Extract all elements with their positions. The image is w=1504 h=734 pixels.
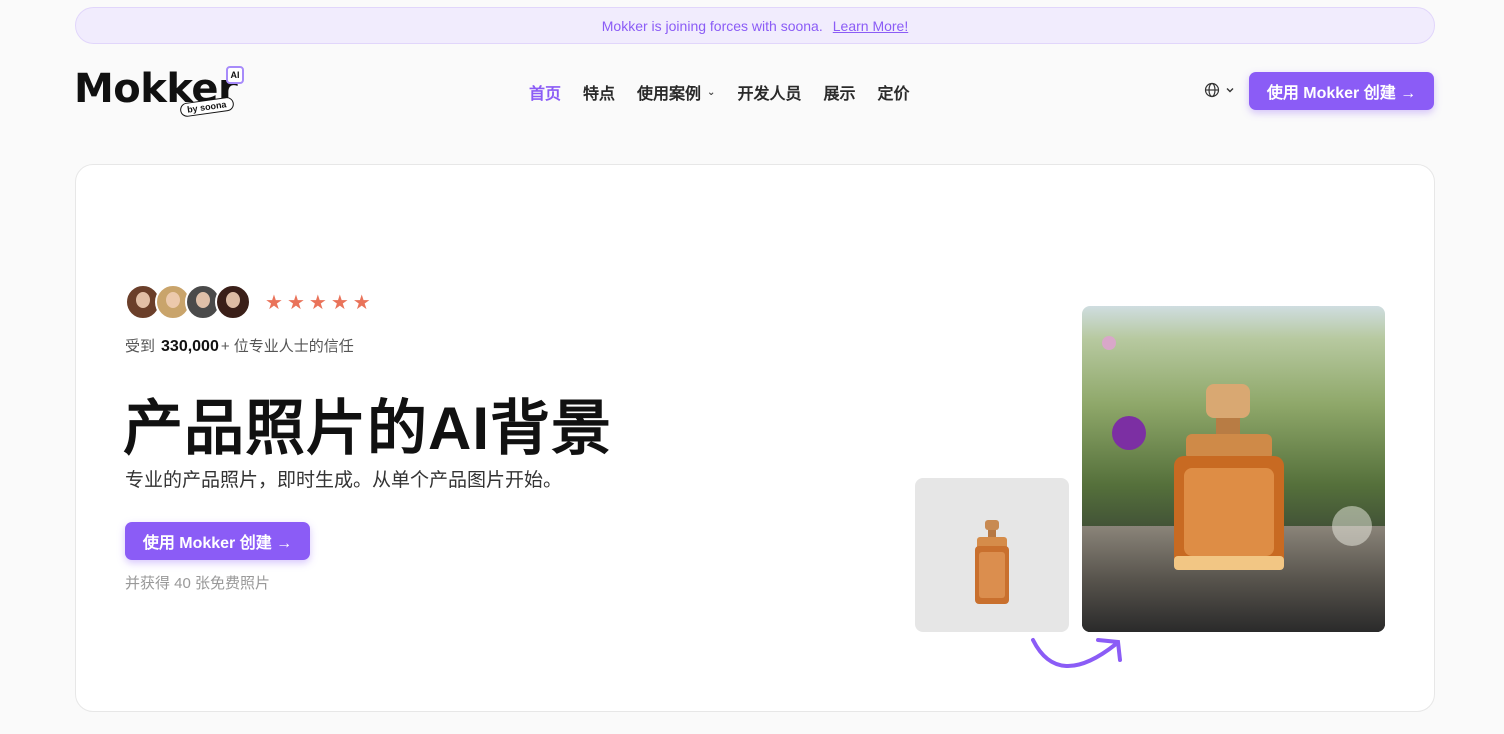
product-after-image	[1082, 306, 1385, 632]
star-icon: ★	[308, 292, 327, 314]
free-photos-note: 并获得 40 张免费照片	[125, 575, 271, 592]
nav-label: 展示	[823, 86, 856, 103]
logo-ai-badge: AI	[226, 66, 244, 84]
nav-label: 特点	[583, 86, 616, 103]
create-with-mokker-button[interactable]: 使用 Mokker 创建 →	[1249, 72, 1434, 110]
trust-suffix: 位专业人士的信任	[229, 338, 354, 355]
chevron-down-icon	[1226, 88, 1234, 93]
trust-line: 受到 330,000 + 位专业人士的信任	[125, 335, 354, 356]
trust-prefix: 受到	[125, 338, 156, 355]
nav-label: 开发人员	[737, 86, 802, 103]
perfume-bottle-icon	[975, 520, 1009, 604]
rating-stars: ★ ★ ★ ★ ★	[265, 290, 371, 315]
star-icon: ★	[352, 292, 371, 314]
perfume-bottle-icon	[1174, 384, 1284, 570]
nav-item-features[interactable]: 特点	[583, 80, 615, 104]
hero-subtitle: 专业的产品照片，即时生成。从单个产品图片开始。	[125, 470, 563, 491]
announcement-banner: Mokker is joining forces with soona. Lea…	[75, 7, 1435, 44]
language-selector[interactable]	[1204, 82, 1235, 98]
star-icon: ★	[330, 292, 349, 314]
hero-create-button[interactable]: 使用 Mokker 创建 →	[125, 522, 310, 560]
banner-text: Mokker is joining forces with soona.	[601, 17, 823, 34]
main-nav: 首页 特点 使用案例 ⌄ 开发人员 展示 定价	[529, 80, 931, 104]
nav-item-developers[interactable]: 开发人员	[737, 80, 801, 104]
star-icon: ★	[265, 292, 283, 314]
nav-item-pricing[interactable]: 定价	[877, 80, 909, 104]
nav-label: 使用案例	[637, 86, 702, 103]
hero-title: 产品照片的AI背景	[123, 380, 612, 467]
product-before-image	[915, 478, 1069, 632]
hero-title-text: 产品照片的AI背景	[123, 395, 612, 462]
mokker-logo[interactable]: Mokker AI by soona	[74, 64, 250, 120]
curved-arrow-icon	[1031, 638, 1122, 668]
nav-item-use-cases[interactable]: 使用案例 ⌄	[637, 80, 715, 104]
nav-item-home[interactable]: 首页	[529, 80, 561, 104]
chevron-down-icon: ⌄	[707, 86, 716, 98]
learn-more-link[interactable]: Learn More!	[833, 18, 908, 34]
trust-plus: +	[220, 338, 230, 355]
star-icon: ★	[286, 292, 305, 314]
customer-avatars	[125, 284, 251, 322]
trust-count: 330,000	[161, 338, 219, 355]
globe-icon	[1204, 82, 1220, 98]
nav-label: 首页	[529, 86, 562, 103]
avatar	[215, 284, 251, 320]
nav-item-showcase[interactable]: 展示	[823, 80, 855, 104]
nav-label: 定价	[877, 86, 910, 103]
